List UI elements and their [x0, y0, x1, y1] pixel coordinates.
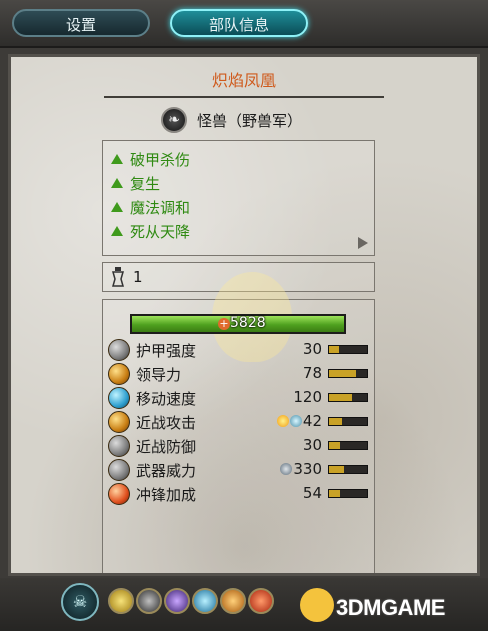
- magic-attack-icon: [289, 415, 302, 427]
- ability-label: 死从天降: [130, 222, 191, 241]
- stat-row[interactable]: 移动速度 120: [108, 387, 370, 409]
- unit-portrait-button[interactable]: ☠: [61, 583, 99, 621]
- stat-row[interactable]: 近战防御 30: [108, 435, 370, 457]
- ability-up-icon: [111, 226, 123, 236]
- monster-type-icon: ❧: [161, 107, 187, 133]
- stat-bar: [328, 345, 368, 354]
- unit-name: 炽焰凤凰: [211, 71, 276, 90]
- stat-label: 领导力: [136, 366, 182, 384]
- health-plus-icon: +: [218, 317, 230, 330]
- stat-value: 42: [276, 412, 322, 430]
- charge-bonus-icon: [108, 483, 130, 505]
- fire-attack-icon: [276, 415, 289, 427]
- stat-label: 武器威力: [136, 462, 197, 480]
- stat-row[interactable]: 护甲强度 30: [108, 339, 370, 361]
- ability-label: 破甲杀伤: [130, 150, 191, 169]
- melee-defense-icon: [108, 435, 130, 457]
- stat-value: 78: [302, 364, 322, 382]
- stat-value: 330: [280, 460, 322, 478]
- stat-label: 冲锋加成: [136, 486, 197, 504]
- stat-value: 54: [302, 484, 322, 502]
- armor-icon: [108, 339, 130, 361]
- ability-item[interactable]: 魔法调和: [111, 196, 190, 218]
- ability-up-icon: [111, 178, 123, 188]
- stat-value: 120: [293, 388, 322, 406]
- spirit-ability-icon[interactable]: [164, 588, 190, 614]
- skull-ability-icon[interactable]: [136, 588, 162, 614]
- stat-bar: [328, 441, 368, 450]
- watermark-text: 3DMGAME: [336, 595, 445, 620]
- fire-ability-icon[interactable]: [248, 588, 274, 614]
- stat-row[interactable]: 近战攻击 42: [108, 411, 370, 433]
- ability-label: 魔法调和: [130, 198, 191, 217]
- ability-item[interactable]: 复生: [111, 172, 160, 194]
- stat-bar: [328, 393, 368, 402]
- stat-value: 30: [302, 436, 322, 454]
- ability-label: 复生: [130, 174, 161, 193]
- stat-label: 近战攻击: [136, 414, 197, 432]
- unit-type-row: ❧ 怪兽（野兽军）: [161, 106, 327, 134]
- abilities-list: 破甲杀伤 复生 魔法调和 死从天降: [102, 140, 375, 256]
- stat-row[interactable]: 领导力 78: [108, 363, 370, 385]
- hit-points-value: 5828: [230, 315, 266, 331]
- expand-arrow-icon[interactable]: [358, 237, 368, 249]
- stat-value: 30: [302, 340, 322, 358]
- armor-piercing-icon: [280, 463, 293, 475]
- phoenix-ability-icon[interactable]: [220, 588, 246, 614]
- watermark-logo: [300, 588, 334, 622]
- top-tab-bar: 设置 部队信息: [0, 0, 488, 48]
- ability-up-icon: [111, 154, 123, 164]
- stat-row[interactable]: 武器威力 330: [108, 459, 370, 481]
- ability-item[interactable]: 死从天降: [111, 220, 190, 242]
- wind-ability-icon[interactable]: [192, 588, 218, 614]
- stat-bar: [328, 465, 368, 474]
- ability-up-icon: [111, 202, 123, 212]
- leadership-icon: [108, 363, 130, 385]
- divider: [104, 96, 384, 98]
- ability-item[interactable]: 破甲杀伤: [111, 148, 190, 170]
- stat-bar: [328, 489, 368, 498]
- stat-bar: [328, 369, 368, 378]
- stat-label: 护甲强度: [136, 342, 197, 360]
- speed-icon: [108, 387, 130, 409]
- stat-label: 移动速度: [136, 390, 197, 408]
- melee-attack-icon: [108, 411, 130, 433]
- stat-label: 近战防御: [136, 438, 197, 456]
- tab-unit-info[interactable]: 部队信息: [170, 9, 308, 37]
- shield-ability-icon[interactable]: [108, 588, 134, 614]
- stat-bar: [328, 417, 368, 426]
- soldier-icon: [112, 267, 124, 287]
- unit-type-label: 怪兽（野兽军）: [197, 111, 303, 130]
- stat-row[interactable]: 冲锋加成 54: [108, 483, 370, 505]
- tab-settings[interactable]: 设置: [12, 9, 150, 37]
- weapon-strength-icon: [108, 459, 130, 481]
- unit-count: 1: [133, 268, 143, 286]
